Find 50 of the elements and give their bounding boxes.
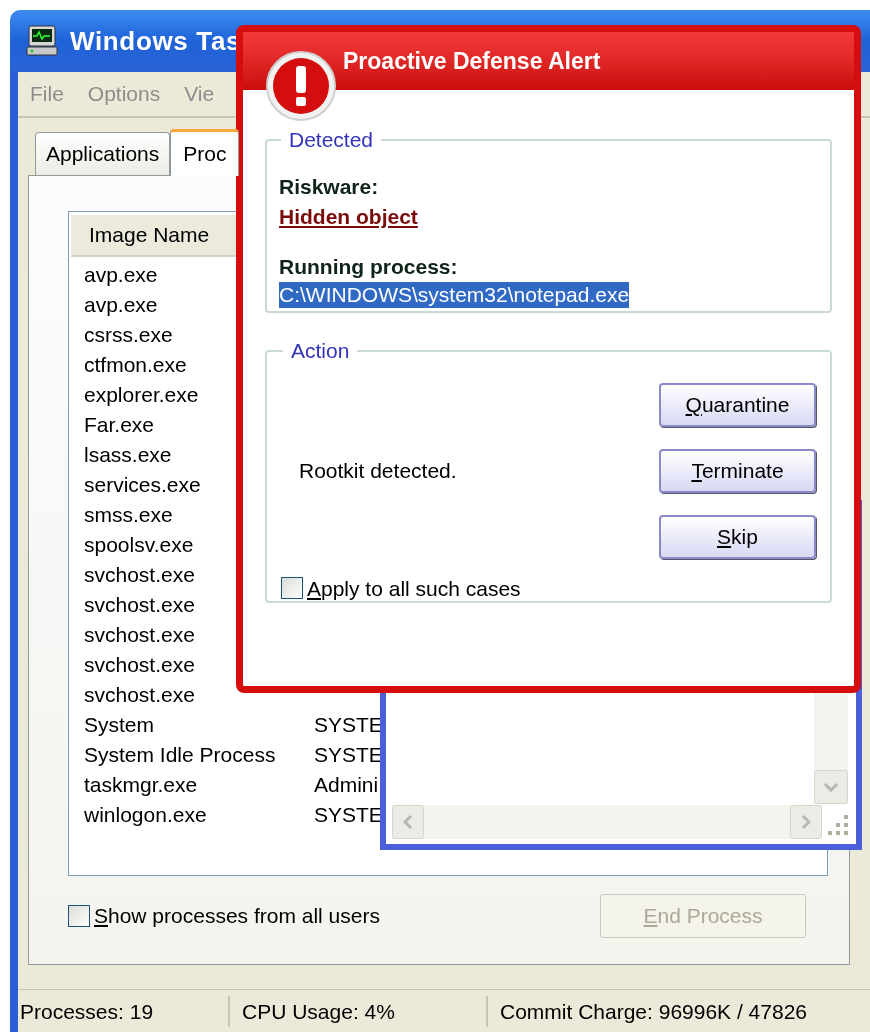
process-name: System xyxy=(84,712,154,738)
process-name: svchost.exe xyxy=(84,652,195,678)
chevron-right-icon xyxy=(801,814,811,830)
process-name: ctfmon.exe xyxy=(84,352,187,378)
status-text: CPU Usage: 4% xyxy=(230,995,488,1028)
user-name: SYSTE xyxy=(314,712,383,738)
process-name: svchost.exe xyxy=(84,622,195,648)
group-title: Detected xyxy=(288,127,375,153)
process-name: explorer.exe xyxy=(84,382,199,408)
user-name: SYSTE xyxy=(314,802,383,828)
scroll-left-button[interactable] xyxy=(392,805,424,839)
process-name: services.exe xyxy=(84,472,201,498)
tab[interactable]: Applications xyxy=(35,132,171,175)
process-name: csrss.exe xyxy=(84,322,173,348)
action-button[interactable]: Terminate xyxy=(659,448,816,493)
process-name: avp.exe xyxy=(84,292,158,318)
user-name: SYSTE xyxy=(314,742,383,768)
action-button[interactable]: Quarantine xyxy=(659,382,816,427)
status-text: Processes: 19 xyxy=(18,995,230,1028)
process-name: svchost.exe xyxy=(84,682,195,708)
checkbox-label: Show processes from all users xyxy=(94,903,380,930)
computer-icon xyxy=(26,24,60,58)
process-name: avp.exe xyxy=(84,262,158,288)
process-name: smss.exe xyxy=(84,502,173,528)
status-text: Commit Charge: 96996K / 47826 xyxy=(499,998,807,1025)
user-name: Admini xyxy=(314,772,379,798)
process-name: svchost.exe xyxy=(84,562,195,588)
process-name: winlogon.exe xyxy=(84,802,207,828)
process-name: lsass.exe xyxy=(84,442,172,468)
process-name: spoolsv.exe xyxy=(84,532,194,558)
scroll-right-button[interactable] xyxy=(790,805,822,839)
process-name: taskmgr.exe xyxy=(84,772,198,798)
process-path: C:\WINDOWS\system32\notepad.exe xyxy=(279,281,630,308)
group-title: Action xyxy=(290,338,351,364)
checkbox-label: Apply to all such cases xyxy=(307,575,521,602)
scroll-down-button[interactable] xyxy=(814,770,848,804)
chevron-left-icon xyxy=(403,814,413,830)
checkbox[interactable] xyxy=(281,577,303,600)
process-name: System Idle Process xyxy=(84,742,276,768)
alert-title: Proactive Defense Alert xyxy=(343,46,601,76)
warning-icon xyxy=(265,50,337,122)
tab[interactable]: Proc xyxy=(170,129,240,176)
action-button[interactable]: Skip xyxy=(659,514,816,559)
chevron-down-icon xyxy=(823,782,839,792)
process-name: Far.exe xyxy=(84,412,155,438)
alert-message: Rootkit detected. xyxy=(299,457,457,484)
riskware-label: Riskware: xyxy=(279,173,379,200)
horizontal-scrollbar[interactable] xyxy=(392,805,822,839)
process-name: svchost.exe xyxy=(84,592,195,618)
checkbox[interactable] xyxy=(68,905,90,927)
